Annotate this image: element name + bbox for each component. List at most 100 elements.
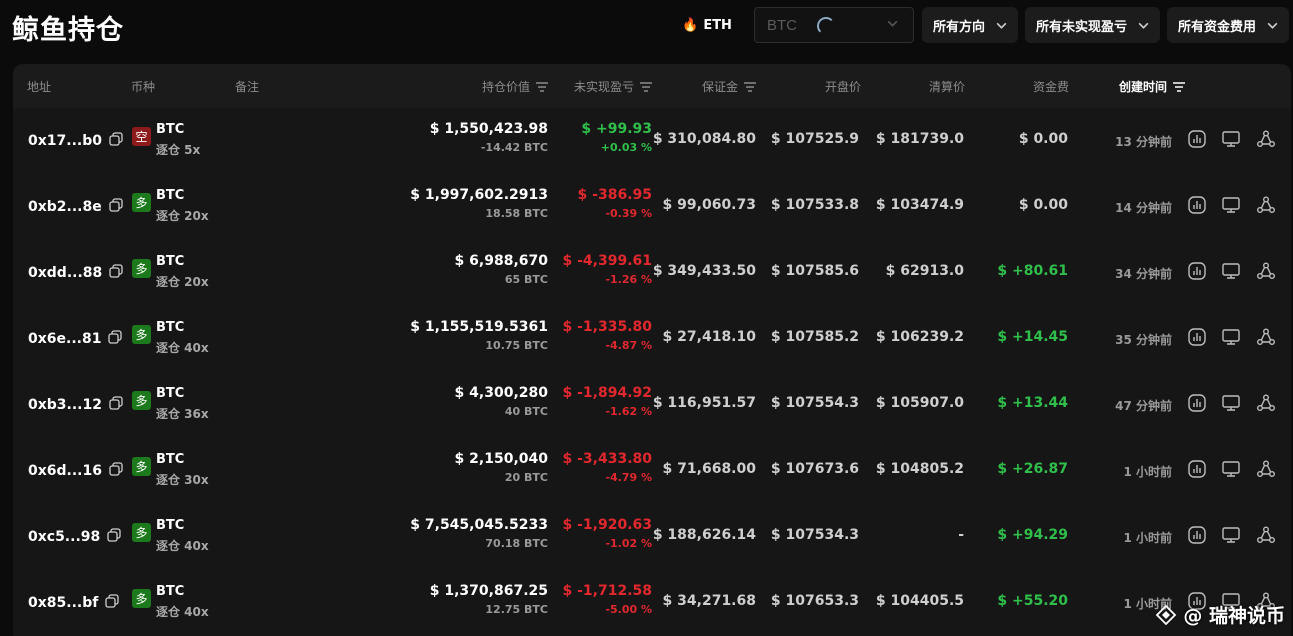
col-unrealized-pnl[interactable]: 未实现盈亏 bbox=[574, 78, 652, 95]
pnl-filter-dropdown[interactable]: 所有未实现盈亏 bbox=[1024, 7, 1160, 43]
copy-icon[interactable] bbox=[107, 528, 121, 546]
side-badge: 多 bbox=[132, 325, 151, 344]
unrealized-pnl: $ -386.95 bbox=[577, 187, 652, 203]
share-icon[interactable] bbox=[1255, 392, 1277, 414]
chart-icon[interactable] bbox=[1186, 458, 1208, 480]
share-icon[interactable] bbox=[1255, 194, 1277, 216]
share-icon[interactable] bbox=[1255, 524, 1277, 546]
copy-icon[interactable] bbox=[109, 132, 123, 150]
margin-mode: 逐仓 5x bbox=[156, 143, 201, 157]
address-cell[interactable]: 0x85...bf bbox=[28, 594, 119, 612]
copy-icon[interactable] bbox=[109, 462, 123, 480]
chart-icon[interactable] bbox=[1186, 326, 1208, 348]
chart-icon[interactable] bbox=[1186, 392, 1208, 414]
chevron-down-icon bbox=[1138, 22, 1149, 29]
monitor-icon[interactable] bbox=[1220, 260, 1242, 282]
entry-price: $ 107585.6 bbox=[770, 263, 859, 279]
address-text[interactable]: 0x6e...81 bbox=[28, 331, 101, 347]
coin-search-select[interactable]: BTC bbox=[753, 7, 914, 43]
address-text[interactable]: 0xb2...8e bbox=[28, 199, 102, 215]
address-cell[interactable]: 0xb3...12 bbox=[28, 396, 123, 414]
entry-price: $ 107585.2 bbox=[770, 329, 859, 345]
position-value: $ 1,550,423.98 bbox=[429, 121, 548, 137]
chart-icon[interactable] bbox=[1186, 194, 1208, 216]
chart-icon[interactable] bbox=[1186, 524, 1208, 546]
position-size: 70.18 BTC bbox=[485, 537, 548, 550]
unrealized-pnl: $ -3,433.80 bbox=[562, 451, 652, 467]
margin-mode: 逐仓 36x bbox=[156, 407, 209, 421]
chart-icon[interactable] bbox=[1186, 260, 1208, 282]
liquidation-price: - bbox=[958, 527, 964, 543]
side-badge: 多 bbox=[132, 193, 151, 212]
funding-fee: $ +94.29 bbox=[997, 527, 1068, 543]
address-text[interactable]: 0x17...b0 bbox=[28, 133, 102, 149]
liquidation-price: $ 105907.0 bbox=[875, 395, 964, 411]
table-row[interactable]: 0xb2...8e 多 BTC 逐仓 20x $ 1,997,602.2913 18.58… bbox=[13, 174, 1291, 240]
col-margin[interactable]: 保证金 bbox=[702, 78, 756, 95]
margin-mode: 逐仓 20x bbox=[156, 275, 209, 289]
margin-value: $ 71,668.00 bbox=[662, 461, 756, 477]
copy-icon[interactable] bbox=[108, 330, 123, 348]
liquidation-price: $ 104405.5 bbox=[875, 593, 964, 609]
coin-search-placeholder: BTC bbox=[766, 16, 797, 34]
monitor-icon[interactable] bbox=[1220, 524, 1242, 546]
position-size: 65 BTC bbox=[504, 273, 548, 286]
table-row[interactable]: 0x85...bf 多 BTC 逐仓 40x $ 1,370,867.25 12.75 B… bbox=[13, 570, 1291, 636]
position-size: 12.75 BTC bbox=[485, 603, 548, 616]
copy-icon[interactable] bbox=[109, 198, 123, 216]
side-badge: 多 bbox=[132, 391, 151, 410]
col-note: 备注 bbox=[235, 80, 260, 94]
table-row[interactable]: 0x6d...16 多 BTC 逐仓 30x $ 2,150,040 20 BTC $ -3… bbox=[13, 438, 1291, 504]
monitor-icon[interactable] bbox=[1220, 458, 1242, 480]
address-text[interactable]: 0x6d...16 bbox=[28, 463, 102, 479]
monitor-icon[interactable] bbox=[1220, 326, 1242, 348]
table-row[interactable]: 0xb3...12 多 BTC 逐仓 36x $ 4,300,280 40 BTC $ -1… bbox=[13, 372, 1291, 438]
sort-icon bbox=[1173, 81, 1185, 92]
coin-symbol: BTC bbox=[156, 188, 185, 203]
position-value: $ 1,997,602.2913 bbox=[410, 187, 548, 203]
col-position-value[interactable]: 持仓价值 bbox=[482, 78, 548, 95]
coin-symbol: BTC bbox=[156, 584, 185, 599]
address-cell[interactable]: 0x6d...16 bbox=[28, 462, 123, 480]
address-text[interactable]: 0x85...bf bbox=[28, 595, 98, 611]
copy-icon[interactable] bbox=[109, 264, 123, 282]
address-text[interactable]: 0xdd...88 bbox=[28, 265, 102, 281]
unrealized-pnl: $ -1,894.92 bbox=[562, 385, 652, 401]
direction-filter-dropdown[interactable]: 所有方向 bbox=[921, 7, 1018, 43]
liquidation-price: $ 62913.0 bbox=[885, 263, 964, 279]
monitor-icon[interactable] bbox=[1220, 392, 1242, 414]
address-cell[interactable]: 0xdd...88 bbox=[28, 264, 123, 282]
liquidation-price: $ 106239.2 bbox=[875, 329, 964, 345]
monitor-icon[interactable] bbox=[1220, 128, 1242, 150]
margin-mode: 逐仓 20x bbox=[156, 209, 209, 223]
margin-mode: 逐仓 40x bbox=[156, 605, 209, 619]
address-cell[interactable]: 0x17...b0 bbox=[28, 132, 123, 150]
entry-price: $ 107653.3 bbox=[770, 593, 859, 609]
col-created-time[interactable]: 创建时间 bbox=[1119, 78, 1185, 95]
table-row[interactable]: 0xdd...88 多 BTC 逐仓 20x $ 6,988,670 65 BTC $ -4… bbox=[13, 240, 1291, 306]
created-time: 47 分钟前 bbox=[1115, 399, 1172, 413]
copy-icon[interactable] bbox=[105, 594, 119, 612]
copy-icon[interactable] bbox=[109, 396, 123, 414]
share-icon[interactable] bbox=[1255, 260, 1277, 282]
address-cell[interactable]: 0xc5...98 bbox=[28, 528, 121, 546]
share-icon[interactable] bbox=[1255, 458, 1277, 480]
chart-icon[interactable] bbox=[1186, 128, 1208, 150]
coin-symbol: BTC bbox=[156, 320, 185, 335]
table-row[interactable]: 0x17...b0 空 BTC 逐仓 5x $ 1,550,423.98 -14.42 B… bbox=[13, 108, 1291, 174]
eth-toggle[interactable]: 🔥 ETH bbox=[682, 18, 732, 33]
address-cell[interactable]: 0xb2...8e bbox=[28, 198, 123, 216]
monitor-icon[interactable] bbox=[1220, 194, 1242, 216]
share-icon[interactable] bbox=[1255, 128, 1277, 150]
address-text[interactable]: 0xc5...98 bbox=[28, 529, 100, 545]
funding-filter-dropdown[interactable]: 所有资金费用 bbox=[1166, 7, 1289, 43]
share-icon[interactable] bbox=[1255, 326, 1277, 348]
table-row[interactable]: 0x6e...81 多 BTC 逐仓 40x $ 1,155,519.5361 10.75… bbox=[13, 306, 1291, 372]
unrealized-pnl: $ -1,712.58 bbox=[562, 583, 652, 599]
margin-value: $ 99,060.73 bbox=[662, 197, 756, 213]
address-cell[interactable]: 0x6e...81 bbox=[28, 330, 123, 348]
table-row[interactable]: 0xc5...98 多 BTC 逐仓 40x $ 7,545,045.5233 70.18… bbox=[13, 504, 1291, 570]
address-text[interactable]: 0xb3...12 bbox=[28, 397, 102, 413]
position-value: $ 6,988,670 bbox=[454, 253, 548, 269]
entry-price: $ 107673.6 bbox=[770, 461, 859, 477]
